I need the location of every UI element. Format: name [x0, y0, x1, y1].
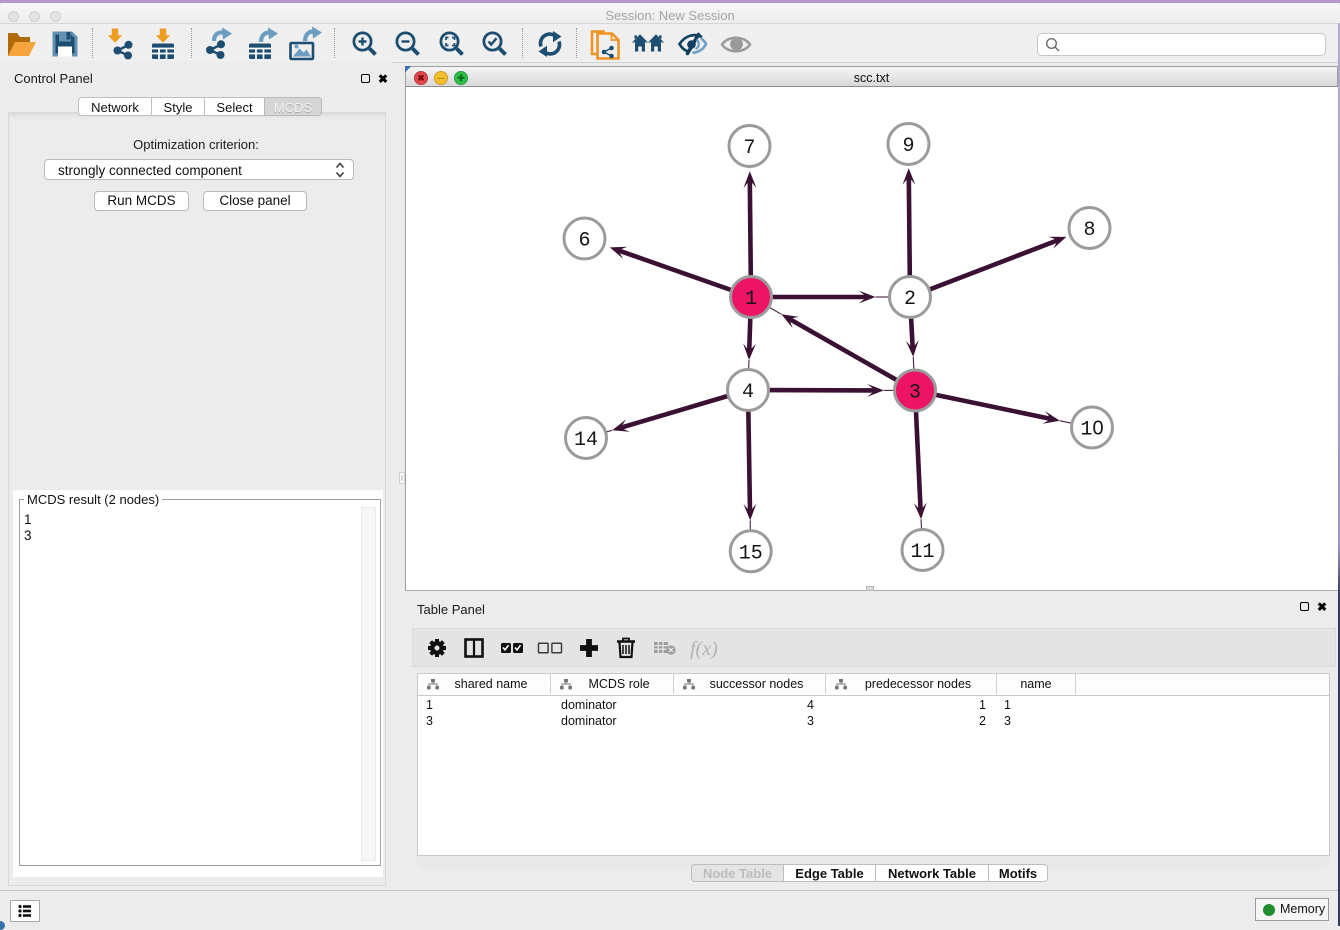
- svg-text:4: 4: [742, 381, 754, 404]
- svg-text:10: 10: [1080, 418, 1103, 442]
- svg-text:11: 11: [910, 541, 934, 564]
- svg-text:15: 15: [739, 542, 763, 565]
- svg-text:9: 9: [902, 135, 914, 158]
- svg-text:14: 14: [574, 429, 598, 452]
- svg-text:3: 3: [909, 382, 921, 405]
- svg-text:7: 7: [743, 137, 755, 160]
- svg-text:6: 6: [578, 230, 590, 253]
- svg-text:1: 1: [745, 288, 757, 311]
- svg-text:f(x): f(x): [690, 638, 718, 660]
- svg-text:2: 2: [904, 288, 916, 311]
- svg-text:8: 8: [1083, 219, 1095, 242]
